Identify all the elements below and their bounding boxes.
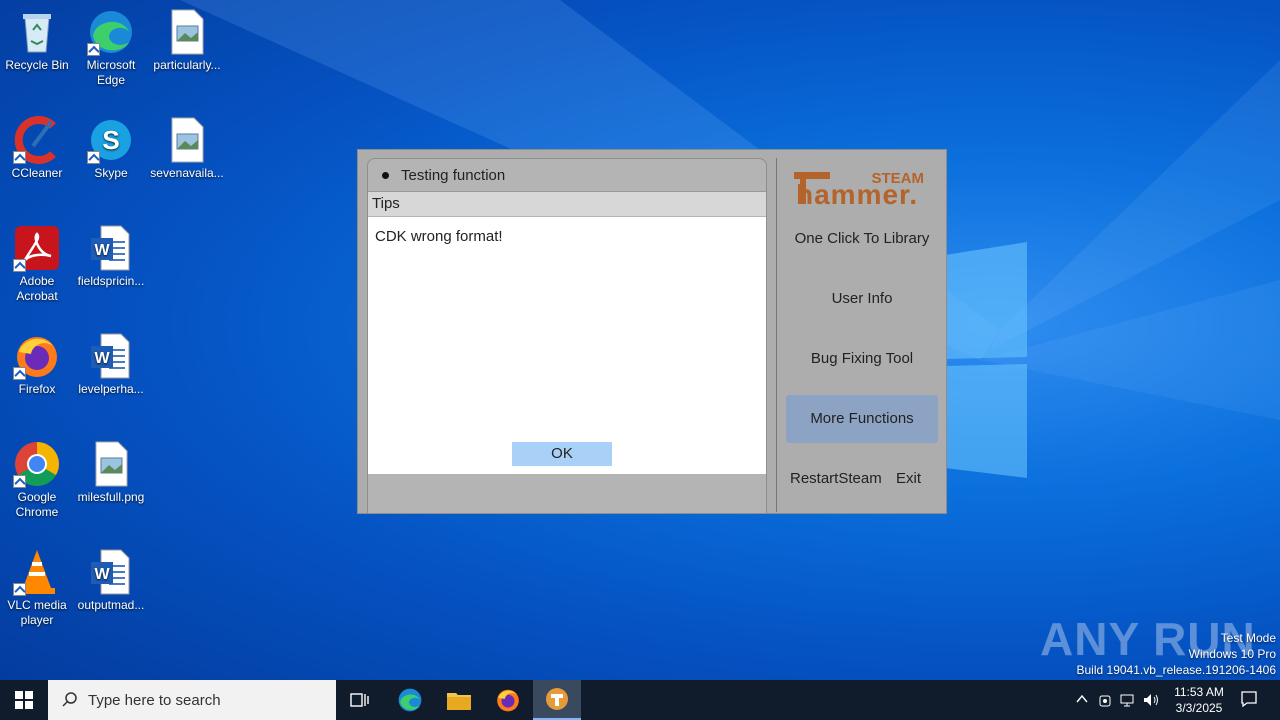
word-doc-icon: W [87, 332, 135, 380]
one-click-to-library-button[interactable]: One Click To Library [786, 230, 938, 247]
ok-button[interactable]: OK [512, 442, 612, 466]
skype-icon: S [87, 116, 135, 164]
steam-hammer-app-icon [546, 688, 568, 710]
recycle-bin-icon [13, 8, 61, 56]
desktop-icon-label: fieldspricin... [77, 274, 145, 288]
taskbar-edge[interactable] [386, 680, 434, 720]
panel-divider [776, 158, 777, 512]
taskbar-firefox[interactable] [484, 680, 532, 720]
desktop-icon-label: Microsoft Edge [86, 58, 136, 87]
system-info: Test Mode Windows 10 Pro Build 19041.vb_… [1077, 630, 1277, 678]
taskbar-file-explorer[interactable] [435, 680, 483, 720]
desktop-icon-label: outputmad... [77, 598, 145, 612]
ccleaner-icon [13, 116, 61, 164]
test-mode-label: Test Mode [1220, 631, 1276, 645]
exit-button[interactable]: Exit [896, 470, 926, 487]
notifications-icon[interactable] [1240, 690, 1258, 708]
desktop-icon-outputmad[interactable]: W outputmad... [74, 548, 148, 613]
desktop-icon-sevenavaila[interactable]: sevenavaila... [150, 116, 224, 181]
firefox-icon [13, 332, 61, 380]
desktop-icon-label: levelperha... [78, 382, 144, 396]
taskbar-search-box[interactable]: Type here to search [48, 680, 336, 720]
image-file-icon [87, 440, 135, 488]
svg-text:W: W [94, 350, 110, 367]
edge-icon [87, 8, 135, 56]
desktop-icon-particularly[interactable]: particularly... [150, 8, 224, 73]
task-view-icon [350, 693, 369, 707]
acrobat-icon [13, 224, 61, 272]
tips-title-bar: Tips [368, 192, 766, 216]
firefox-icon [497, 689, 519, 712]
user-info-button[interactable]: User Info [786, 290, 938, 307]
tips-message: CDK wrong format! [375, 228, 503, 245]
desktop-icon-label: Recycle Bin [5, 58, 69, 72]
desktop-icon-label: CCleaner [11, 166, 63, 180]
restart-steam-button[interactable]: RestartSteam [790, 470, 882, 487]
edge-icon [398, 688, 422, 712]
desktop-icon-label: Adobe Acrobat [16, 274, 58, 303]
search-icon [62, 692, 77, 707]
word-doc-icon: W [87, 548, 135, 596]
image-file-icon [163, 8, 211, 56]
desktop-icon-label: sevenavaila... [150, 166, 224, 180]
desktop-icon-milesfull[interactable]: milesfull.png [74, 440, 148, 505]
logo-hammer-text: hammer. [796, 179, 918, 210]
panel-title: Testing function [401, 166, 506, 184]
clock-time: 11:53 AM [1174, 685, 1224, 699]
desktop-icon-firefox[interactable]: Firefox [0, 332, 74, 397]
taskbar: Type here to search 11:53 AM 3/3/2025 [0, 680, 1280, 720]
tips-dialog: CDK wrong format! OK [368, 217, 766, 474]
word-doc-icon: W [87, 224, 135, 272]
bullet-icon [382, 171, 389, 179]
more-functions-button[interactable]: More Functions [786, 395, 938, 443]
volume-icon[interactable] [1142, 692, 1160, 708]
desktop-icon-acrobat[interactable]: Adobe Acrobat [0, 224, 74, 304]
panel-header: Testing function [368, 159, 766, 192]
chrome-icon [13, 440, 61, 488]
desktop-icon-chrome[interactable]: Google Chrome [0, 440, 74, 520]
desktop-icon-label: Firefox [18, 382, 56, 396]
windows-logo-icon [15, 691, 33, 709]
desktop-icon-edge[interactable]: Microsoft Edge [74, 8, 148, 88]
steam-hammer-window: Testing function Tips CDK wrong format! … [357, 149, 947, 514]
vlc-icon [13, 548, 61, 596]
desktop-icon-vlc[interactable]: VLC media player [0, 548, 74, 628]
task-view-button[interactable] [336, 680, 384, 720]
clock[interactable]: 11:53 AM 3/3/2025 [1164, 684, 1234, 716]
svg-text:W: W [94, 242, 110, 259]
network-icon[interactable] [1120, 692, 1136, 708]
bug-fixing-tool-button[interactable]: Bug Fixing Tool [786, 350, 938, 367]
search-placeholder: Type here to search [88, 691, 221, 709]
clock-date: 3/3/2025 [1175, 701, 1223, 715]
os-label: Windows 10 Pro [1188, 647, 1276, 661]
desktop-icon-skype[interactable]: S Skype [74, 116, 148, 181]
desktop-icon-label: particularly... [153, 58, 221, 72]
desktop-icon-recycle-bin[interactable]: Recycle Bin [0, 8, 74, 73]
desktop-icon-label: Skype [94, 166, 128, 180]
desktop-icon-fieldspricin[interactable]: W fieldspricin... [74, 224, 148, 289]
taskbar-steam-hammer[interactable] [533, 680, 581, 720]
image-file-icon [163, 116, 211, 164]
folder-icon [447, 693, 471, 710]
desktop-icon-ccleaner[interactable]: CCleaner [0, 116, 74, 181]
svg-text:W: W [94, 566, 110, 583]
svg-text:S: S [102, 125, 119, 155]
desktop-icon-levelperha[interactable]: W levelperha... [74, 332, 148, 397]
chevron-up-icon[interactable] [1076, 693, 1088, 705]
meet-now-icon[interactable] [1098, 692, 1112, 708]
desktop-icon-label: Google Chrome [15, 490, 59, 519]
desktop-icon-label: milesfull.png [77, 490, 145, 504]
start-button[interactable] [0, 680, 48, 720]
testing-function-panel: Testing function Tips CDK wrong format! … [367, 158, 767, 514]
build-label: Build 19041.vb_release.191206-1406 [1076, 663, 1277, 677]
steam-hammer-logo: STEAM hammer. [792, 162, 932, 215]
desktop-icon-label: VLC media player [7, 598, 67, 627]
